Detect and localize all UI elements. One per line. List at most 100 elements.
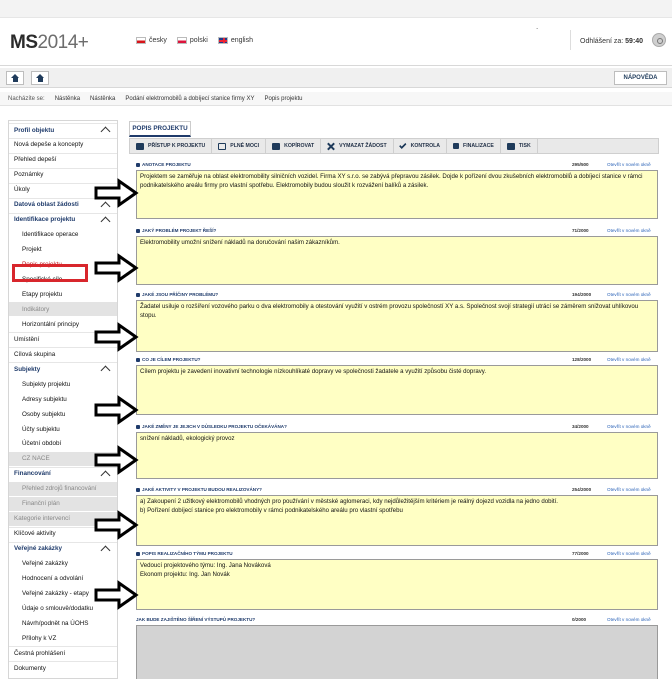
logout-label: Odhlášení za:	[580, 38, 624, 45]
highlight-box	[12, 264, 88, 282]
field-textarea[interactable]: Cílem projektu je zavedení inovativní te…	[136, 365, 658, 415]
toolbar-button[interactable]: TISK	[501, 139, 538, 153]
sidebar-item-label: Přehled depeší	[14, 156, 57, 164]
sidebar-item[interactable]: Indikátory	[9, 302, 117, 317]
sidebar-item[interactable]: Veřejné zakázky	[9, 542, 117, 556]
field-textarea[interactable]: snížení nákladů, ekologický provoz	[136, 432, 658, 479]
sidebar-item-label: Úkoly	[14, 186, 30, 194]
breadcrumb-item[interactable]: Podání elektromobilů a dobíjecí stanice …	[125, 96, 254, 102]
sidebar-divider	[9, 661, 117, 663]
toolbar-button[interactable]: FINALIZACE	[447, 139, 501, 153]
toolbar-button[interactable]: VYMAZAT ŽÁDOST	[321, 139, 394, 153]
open-in-new-window-link[interactable]: Otevřít v novém okně	[607, 424, 651, 429]
sidebar-item[interactable]: Etapy projektu	[9, 287, 117, 301]
field-textarea[interactable]	[136, 625, 658, 679]
breadcrumb-item[interactable]: Nástěnka	[55, 96, 80, 102]
breadcrumb-label: Nacházíte se:	[8, 96, 45, 102]
field-label-text: POPIS REALIZAČNÍHO TÝMU PROJEKTU	[142, 551, 233, 556]
sidebar-item-label: Účetní období	[22, 440, 62, 448]
toolbar-button-label: VYMAZAT ŽÁDOST	[339, 143, 387, 149]
sidebar-divider	[9, 212, 117, 214]
toolbar-button[interactable]: KONTROLA	[394, 139, 448, 153]
field-header: JAKÉ JSOU PŘÍČINY PROBLÉMU? 194/2000 Otevř…	[136, 292, 656, 300]
chevron-up-icon[interactable]	[100, 126, 111, 137]
field-label-text: JAKÝ PROBLÉM PROJEKT ŘEŠÍ?	[142, 228, 217, 233]
sidebar-item[interactable]: Finanční plán	[9, 496, 117, 511]
logout-power-icon[interactable]	[652, 33, 666, 47]
open-in-new-window-link[interactable]: Otevřít v novém okně	[607, 162, 651, 167]
sidebar-divider	[9, 123, 117, 124]
open-in-new-window-link[interactable]: Otevřít v novém okně	[607, 292, 651, 297]
home-button[interactable]	[6, 71, 24, 85]
field-textarea[interactable]: Vedoucí projektového týmu: Ing. Jana Nov…	[136, 559, 658, 610]
field-textarea[interactable]: Elektromobility umožní snížení nákladů n…	[136, 236, 658, 285]
sidebar-item-label: Subjekty projektu	[22, 380, 71, 388]
field-label: JAKÝ PROBLÉM PROJEKT ŘEŠÍ?	[136, 228, 216, 233]
sidebar-item[interactable]: Přehled depeší	[9, 153, 117, 167]
language-pl[interactable]: polski	[176, 37, 208, 44]
open-in-new-window-link[interactable]: Otevřít v novém okně	[607, 357, 651, 362]
arrow-right-icon	[94, 178, 139, 208]
required-icon	[136, 228, 140, 233]
arrow-right-icon	[94, 445, 139, 475]
field-label: ANOTACE PROJEKTU	[136, 162, 191, 167]
sidebar-item-label: Poznámky	[14, 171, 44, 179]
toolbar-button-label: KOPÍROVAT	[284, 143, 315, 149]
open-in-new-window-link[interactable]: Otevřít v novém okně	[607, 487, 651, 492]
sidebar-item[interactable]: Veřejné zakázky	[9, 557, 117, 571]
toolbar-button[interactable]: PŘÍSTUP K PROJEKTU	[130, 139, 213, 153]
field-textarea[interactable]: Žadatel usiluje o rozšíření vozového par…	[136, 300, 658, 352]
sidebar-item[interactable]: Identifikace operace	[9, 228, 117, 242]
breadcrumb: Nacházíte se: Nástěnka Nástěnka Podání e…	[8, 96, 303, 102]
sidebar-item[interactable]: Přílohy k VZ	[9, 631, 117, 645]
field-textarea[interactable]: Projektem se zaměřuje na oblast elektrom…	[136, 170, 658, 219]
breadcrumb-item[interactable]: Nástěnka	[90, 96, 115, 102]
open-in-new-window-link[interactable]: Otevřít v novém okně	[607, 617, 651, 622]
sidebar-item[interactable]: Přehled zdrojů financování	[9, 481, 117, 496]
required-icon	[136, 292, 140, 297]
toolbar-button[interactable]: PLNÉ MOCI	[212, 139, 267, 153]
language-cz[interactable]: česky	[136, 37, 167, 44]
tab-popis-projektu[interactable]: POPIS PROJEKTU	[129, 121, 191, 137]
sidebar-item[interactable]: Profil objektu	[9, 123, 117, 137]
arrow-right-icon	[94, 322, 139, 352]
field-label-text: JAKÉ AKTIVITY V PROJEKTU BUDOU REALIZOVÁ…	[142, 487, 262, 492]
chevron-up-icon[interactable]	[100, 545, 111, 556]
sidebar-item-label: Klíčové aktivity	[14, 530, 56, 538]
sidebar-item[interactable]: Nová depeše a koncepty	[9, 138, 117, 152]
help-button[interactable]: NÁPOVĚDA	[614, 71, 667, 85]
dashboard-button[interactable]	[31, 71, 49, 85]
app-logo[interactable]: MS2014+	[10, 32, 89, 54]
sidebar-item[interactable]: Čestná prohlášení	[9, 646, 117, 660]
sidebar-item-label: Subjekty	[14, 365, 41, 373]
field-header: JAKÉ AKTIVITY V PROJEKTU BUDOU REALIZOVÁ…	[136, 487, 656, 495]
breadcrumb-item: Popis projektu	[264, 96, 303, 102]
field-label: JAKÉ JSOU PŘÍČINY PROBLÉMU?	[136, 292, 218, 297]
chevron-up-icon[interactable]	[100, 216, 111, 227]
field-header: ANOTACE PROJEKTU 295/500 Otevřít v novém o…	[136, 162, 656, 170]
field-textarea[interactable]: a) Zakoupení 2 užitkový elektromobilů vh…	[136, 495, 658, 546]
toolbar-button-label: TISK	[518, 143, 531, 149]
sidebar-item-label: Umístění	[14, 335, 40, 343]
toolbar-button-label: PLNÉ MOCI	[230, 143, 260, 149]
sidebar-item-label: Osoby subjektu	[22, 410, 66, 418]
char-counter: 295/500	[572, 162, 589, 167]
char-counter: 77/2000	[572, 551, 589, 556]
required-icon	[136, 162, 140, 167]
toolbar-button[interactable]: KOPÍROVAT	[266, 139, 322, 153]
sidebar-item[interactable]: Návrh/podnět na ÚOHS	[9, 616, 117, 630]
language-en[interactable]: english	[217, 37, 253, 44]
sidebar-item-label: Identifikace operace	[22, 231, 79, 239]
open-in-new-window-link[interactable]: Otevřít v novém okně	[607, 551, 651, 556]
field-label: POPIS REALIZAČNÍHO TÝMU PROJEKTU	[136, 551, 233, 556]
sidebar-item[interactable]: Subjekty	[9, 362, 117, 376]
sidebar-item[interactable]: Identifikace projektu	[9, 213, 117, 227]
sidebar-item[interactable]: Subjekty projektu	[9, 377, 117, 391]
open-in-new-window-link[interactable]: Otevřít v novém okně	[607, 228, 651, 233]
sidebar-item[interactable]: Dokumenty	[9, 661, 117, 675]
sidebar-divider	[9, 541, 117, 543]
sidebar-item-label: Cílová skupina	[14, 350, 56, 358]
sidebar-item-label: Nová depeše a koncepty	[14, 141, 84, 149]
chevron-up-icon[interactable]	[100, 365, 111, 376]
logout-time: 59:40	[625, 38, 644, 45]
